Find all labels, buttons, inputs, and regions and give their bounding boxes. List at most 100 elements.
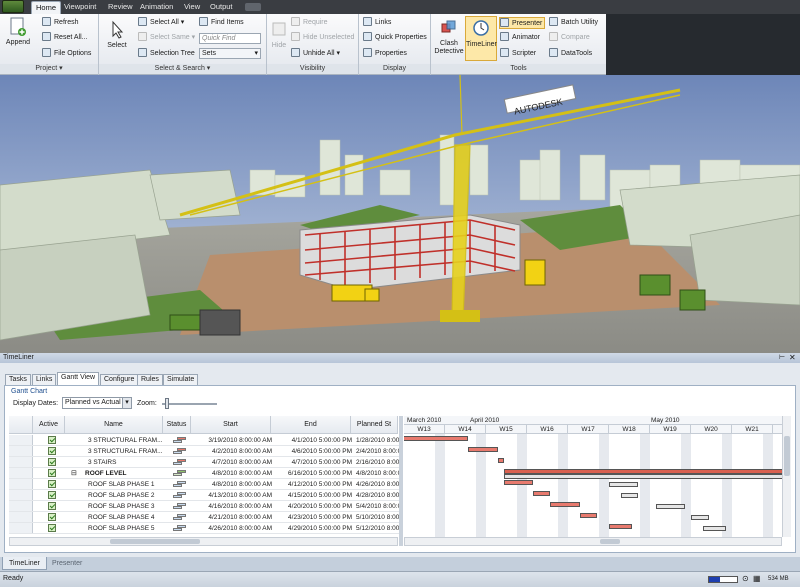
tab-links[interactable]: Links (32, 374, 57, 385)
row-header[interactable] (9, 468, 33, 478)
table-horizontal-scrollbar[interactable] (9, 537, 398, 546)
gantt-actual-bar[interactable] (468, 447, 498, 452)
row-header[interactable] (9, 479, 33, 489)
active-checkbox[interactable] (48, 447, 56, 455)
task-row[interactable]: ROOF SLAB PHASE 4 4/21/2010 8:00:00 AM 4/2… (9, 512, 402, 523)
task-end-date[interactable]: 4/7/2010 5:00:00 PM (276, 457, 354, 468)
task-end-date[interactable]: 4/12/2010 5:00:00 PM (276, 479, 354, 490)
gantt-actual-bar[interactable] (550, 502, 580, 507)
gantt-vertical-scrollbar[interactable] (782, 416, 791, 537)
task-start-date[interactable]: 4/13/2010 8:00:00 AM (196, 490, 274, 501)
gantt-horizontal-scrollbar[interactable] (404, 537, 782, 546)
gantt-actual-bar[interactable] (503, 480, 533, 485)
active-checkbox[interactable] (48, 491, 56, 499)
task-planned-date[interactable]: 2/4/2010 8:00:0 (356, 446, 401, 457)
reset-all-button[interactable]: Reset All... (42, 32, 87, 44)
tab-animation[interactable]: Animation (136, 1, 177, 14)
col-start-header[interactable]: Start (191, 416, 271, 434)
task-end-date[interactable]: 4/1/2010 5:00:00 PM (276, 435, 354, 446)
tab-review[interactable]: Review (104, 1, 137, 14)
hide-button[interactable]: Hide (269, 20, 289, 50)
animator-button[interactable]: Animator (500, 32, 540, 44)
row-header[interactable] (9, 490, 33, 500)
row-header[interactable] (9, 457, 33, 467)
active-checkbox[interactable] (48, 513, 56, 521)
select-search-group-label[interactable]: Select & Search ▾ (99, 64, 266, 74)
bottom-tab-presenter[interactable]: Presenter (46, 557, 88, 570)
gantt-planned-bar[interactable] (620, 493, 639, 498)
3d-viewport[interactable]: AUTODESK (0, 75, 800, 353)
col-name-header[interactable]: Name (65, 416, 163, 434)
col-end-header[interactable]: End (271, 416, 351, 434)
task-planned-date[interactable]: 5/12/2010 8:00:0 (356, 523, 401, 534)
task-start-date[interactable]: 4/2/2010 8:00:00 AM (196, 446, 274, 457)
gantt-scroll-thumb[interactable] (600, 539, 620, 544)
gantt-actual-bar[interactable] (497, 458, 504, 463)
task-row[interactable]: 3 STAIRS 4/7/2010 8:00:00 AM 4/7/2010 5:00… (9, 457, 402, 468)
datatools-button[interactable]: DataTools (549, 48, 592, 60)
task-end-date[interactable]: 4/20/2010 5:00:00 PM (276, 501, 354, 512)
collapse-toggle-icon[interactable]: ⊟ (71, 468, 77, 479)
clash-detective-button[interactable]: Clash Detective (433, 18, 465, 56)
compare-button[interactable]: Compare (549, 32, 590, 44)
task-start-date[interactable]: 3/19/2010 8:00:00 AM (196, 435, 274, 446)
unhide-all-button[interactable]: Unhide All ▾ (291, 48, 340, 60)
gantt-planned-bar[interactable] (702, 526, 727, 531)
task-end-date[interactable]: 4/6/2010 5:00:00 PM (276, 446, 354, 457)
active-checkbox[interactable] (48, 480, 56, 488)
task-start-date[interactable]: 4/16/2010 8:00:00 AM (196, 501, 274, 512)
task-planned-date[interactable]: 4/26/2010 8:00:0 (356, 479, 401, 490)
task-end-date[interactable]: 4/29/2010 5:00:00 PM (276, 523, 354, 534)
gantt-actual-bar[interactable] (532, 491, 551, 496)
task-name[interactable]: 3 STRUCTURAL FRAM... (88, 435, 164, 446)
task-end-date[interactable]: 6/16/2010 5:00:00 PM (276, 468, 354, 479)
task-start-date[interactable]: 4/26/2010 8:00:00 AM (196, 523, 274, 534)
row-header[interactable] (9, 523, 33, 533)
tab-configure[interactable]: Configure (100, 374, 139, 385)
task-name[interactable]: 3 STRUCTURAL FRAM... (88, 446, 164, 457)
gantt-chart[interactable] (404, 434, 782, 537)
zoom-slider-thumb[interactable] (164, 398, 169, 409)
application-menu-button[interactable] (2, 0, 24, 13)
scripter-button[interactable]: Scripter (500, 48, 536, 60)
tab-home[interactable]: Home (31, 1, 62, 14)
task-planned-date[interactable]: 2/16/2010 8:00:0 (356, 457, 401, 468)
col-status-header[interactable]: Status (163, 416, 191, 434)
grid-icon[interactable]: ▦ (753, 574, 761, 583)
task-name[interactable]: ROOF SLAB PHASE 5 (88, 523, 164, 534)
gantt-actual-bar[interactable] (579, 513, 598, 518)
tab-viewpoint[interactable]: Viewpoint (60, 1, 100, 14)
select-all-button[interactable]: Select All ▾ (138, 17, 184, 29)
links-button[interactable]: Links (363, 17, 391, 29)
task-name[interactable]: 3 STAIRS (88, 457, 164, 468)
file-options-button[interactable]: File Options (42, 48, 91, 60)
bottom-tab-timeliner[interactable]: TimeLiner (2, 557, 47, 570)
task-name[interactable]: ROOF SLAB PHASE 3 (88, 501, 164, 512)
task-start-date[interactable]: 4/7/2010 8:00:00 AM (196, 457, 274, 468)
quick-find-input[interactable]: Quick Find (199, 33, 261, 44)
batch-utility-button[interactable]: Batch Utility (549, 17, 598, 29)
presenter-button[interactable]: Presenter (499, 17, 546, 29)
append-button[interactable]: Append (4, 17, 32, 47)
task-start-date[interactable]: 4/8/2010 8:00:00 AM (196, 468, 274, 479)
hide-unselected-button[interactable]: Hide Unselected (291, 32, 354, 44)
require-button[interactable]: Require (291, 17, 328, 29)
gantt-planned-bar[interactable] (691, 515, 709, 520)
task-end-date[interactable]: 4/23/2010 5:00:00 PM (276, 512, 354, 523)
task-row[interactable]: ROOF SLAB PHASE 1 4/8/2010 8:00:00 AM 4/12… (9, 479, 402, 490)
display-dates-dropdown[interactable]: Planned vs Actual ▾ (62, 397, 132, 409)
task-planned-date[interactable]: 1/28/2010 8:00:0 (356, 435, 401, 446)
select-button[interactable]: Select (105, 20, 129, 50)
task-end-date[interactable]: 4/15/2010 5:00:00 PM (276, 490, 354, 501)
task-planned-date[interactable]: 5/10/2010 8:00:0 (356, 512, 401, 523)
task-row[interactable]: ROOF SLAB PHASE 3 4/16/2010 8:00:00 AM 4/2… (9, 501, 402, 512)
active-checkbox[interactable] (48, 502, 56, 510)
task-planned-date[interactable]: 5/4/2010 8:00:0 (356, 501, 401, 512)
gantt-planned-bar[interactable] (503, 474, 782, 479)
task-row[interactable]: ⊟ ROOF LEVEL 4/8/2010 8:00:00 AM 6/16/2010 … (9, 468, 402, 479)
task-start-date[interactable]: 4/8/2010 8:00:00 AM (196, 479, 274, 490)
project-group-label[interactable]: Project ▾ (0, 64, 98, 74)
task-planned-date[interactable]: 4/8/2010 8:00:0 (356, 468, 401, 479)
ribbon-options-icon[interactable] (245, 3, 261, 11)
row-header[interactable] (9, 435, 33, 445)
